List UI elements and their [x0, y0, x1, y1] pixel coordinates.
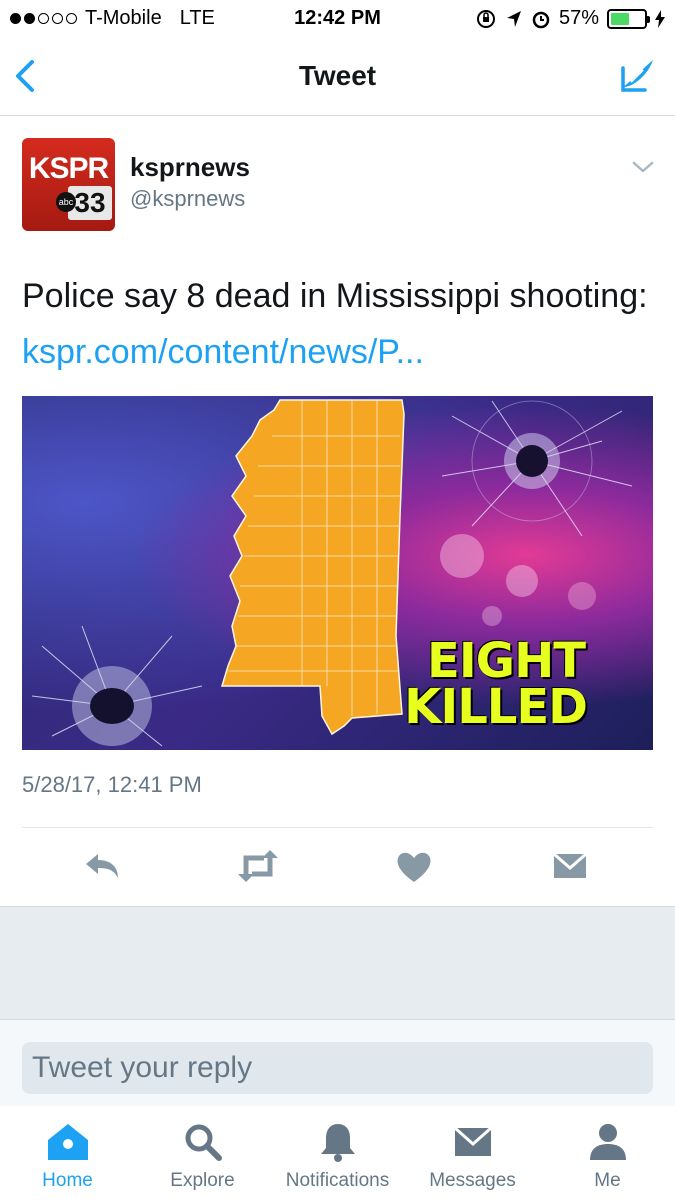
- tweet-text: Police say 8 dead in Mississippi shootin…: [22, 268, 652, 380]
- tab-me-label: Me: [594, 1170, 621, 1191]
- tab-messages-label: Messages: [429, 1170, 516, 1191]
- avatar-network-logo: abc: [56, 192, 76, 212]
- heart-icon[interactable]: [394, 846, 434, 886]
- tab-bar: Home Explore Notifications Messages Me: [0, 1106, 675, 1200]
- avatar[interactable]: KSPR 33 abc: [22, 138, 115, 231]
- user-handle[interactable]: @ksprnews: [130, 186, 245, 212]
- reply-bar: Tweet your reply: [0, 1020, 675, 1106]
- battery-percent: 57%: [558, 7, 599, 29]
- retweet-icon[interactable]: [236, 846, 280, 886]
- reply-icon[interactable]: [82, 846, 122, 886]
- conversation-area: [0, 906, 675, 1020]
- headline-line-1: EIGHT: [427, 633, 586, 689]
- tab-notifications-label: Notifications: [285, 1170, 390, 1191]
- tweet-link[interactable]: kspr.com/content/news/P...: [22, 333, 424, 371]
- tab-messages[interactable]: Messages: [405, 1122, 540, 1192]
- avatar-kspr-text: KSPR: [28, 152, 109, 185]
- rotation-lock-icon: [476, 9, 495, 28]
- tab-explore-label: Explore: [170, 1170, 235, 1191]
- reply-input[interactable]: Tweet your reply: [22, 1042, 653, 1094]
- tab-explore[interactable]: Explore: [135, 1122, 270, 1192]
- tab-me[interactable]: Me: [540, 1122, 675, 1192]
- search-icon: [185, 1124, 222, 1161]
- bullet-hole-right: [441, 400, 633, 537]
- person-icon: [589, 1124, 626, 1160]
- nav-bar: Tweet: [0, 38, 675, 116]
- bullet-hole-left: [31, 625, 203, 747]
- tab-home-label: Home: [42, 1170, 93, 1191]
- display-name[interactable]: ksprnews: [130, 152, 250, 183]
- compose-tweet-icon[interactable]: [615, 54, 659, 98]
- media-headline: EIGHT KILLED: [404, 633, 588, 735]
- tweet-media-image[interactable]: EIGHT KILLED: [22, 396, 653, 750]
- envelope-icon: [453, 1126, 492, 1156]
- page-title: Tweet: [298, 60, 377, 91]
- location-arrow-icon: [506, 10, 521, 27]
- tweet-timestamp: 5/28/17, 12:41 PM: [22, 772, 202, 797]
- tweet-body: Police say 8 dead in Mississippi shootin…: [22, 277, 648, 315]
- status-right: 57%: [475, 7, 665, 30]
- home-icon: [47, 1124, 88, 1160]
- battery-icon: [607, 8, 650, 29]
- tab-home[interactable]: Home: [0, 1122, 135, 1192]
- direct-message-icon[interactable]: [550, 846, 590, 886]
- status-bar: T-Mobile LTE 12:42 PM 57%: [0, 0, 675, 38]
- charging-bolt-icon: [655, 9, 665, 28]
- tab-notifications[interactable]: Notifications: [270, 1122, 405, 1192]
- tweet-actions: [0, 828, 675, 906]
- chevron-down-icon[interactable]: [631, 158, 655, 176]
- bell-icon: [320, 1124, 355, 1162]
- alarm-icon: [532, 11, 550, 28]
- headline-line-2: KILLED: [404, 679, 588, 735]
